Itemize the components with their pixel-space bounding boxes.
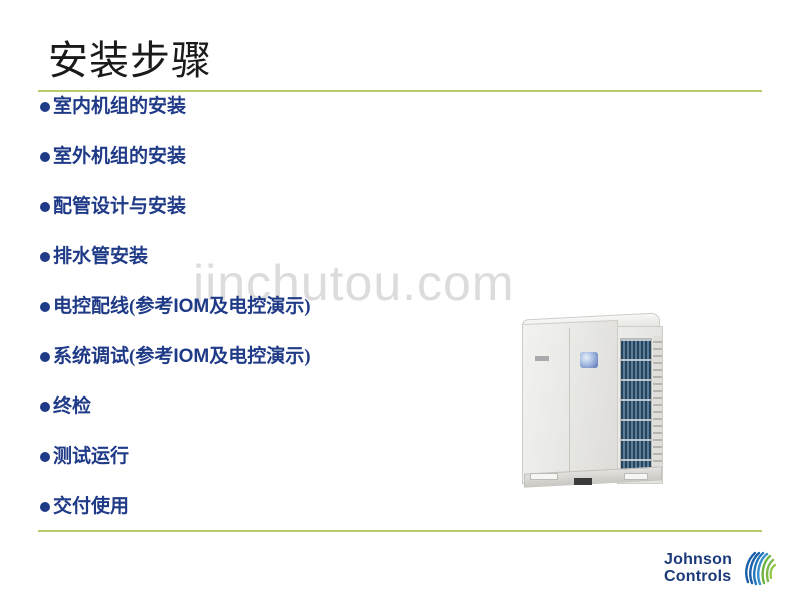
unit-foot-right [624,473,648,480]
list-item[interactable]: 室内机组的安装 [40,96,510,146]
list-item-label: 系统调试(参考IOM及电控演示) [53,346,311,367]
bullet-dot-icon [40,452,50,462]
bullet-dot-icon [40,102,50,112]
slide-canvas: 安装步骤 jinchutou.com 室内机组的安装 室外机组的安装 配管设计与… [0,0,800,600]
johnson-controls-mark-icon [745,551,777,586]
list-item[interactable]: 排水管安装 [40,246,510,296]
unit-bottom-vent [574,478,592,485]
list-item-label: 室外机组的安装 [53,146,187,167]
title-divider [38,90,762,92]
bullet-dot-icon [40,302,50,312]
logo-line-2: Controls [664,568,732,585]
list-item-label: 测试运行 [53,446,130,467]
unit-brand-badge [580,352,598,368]
page-title: 安装步骤 [48,38,212,83]
list-item[interactable]: 电控配线(参考IOM及电控演示) [40,296,510,346]
unit-foot-left [530,473,558,480]
logo-wordmark: Johnson Controls [664,551,732,585]
list-item[interactable]: 测试运行 [40,446,510,496]
logo-line-1: Johnson [664,551,733,568]
bullet-dot-icon [40,502,50,512]
outdoor-unit-image [512,312,672,492]
unit-side-fins [653,336,662,474]
list-item-label: 交付使用 [53,496,130,517]
unit-nameplate [535,356,549,361]
list-item-label: 配管设计与安装 [53,196,187,217]
johnson-controls-logo: Johnson Controls [664,545,784,591]
bullet-dot-icon [40,152,50,162]
list-item[interactable]: 室外机组的安装 [40,146,510,196]
unit-front-panel [522,319,618,485]
installation-steps-list: 室内机组的安装 室外机组的安装 配管设计与安装 排水管安装 电控配线(参考IOM… [40,96,510,546]
bullet-dot-icon [40,402,50,412]
list-item[interactable]: 终检 [40,396,510,446]
list-item-label: 室内机组的安装 [53,96,187,117]
bullet-dot-icon [40,352,50,362]
list-item[interactable]: 配管设计与安装 [40,196,510,246]
list-item[interactable]: 交付使用 [40,496,510,546]
bullet-dot-icon [40,202,50,212]
list-item-label: 排水管安装 [53,246,149,267]
list-item-label: 电控配线(参考IOM及电控演示) [53,296,311,317]
bullet-dot-icon [40,252,50,262]
unit-coil-grille [620,338,652,474]
list-item[interactable]: 系统调试(参考IOM及电控演示) [40,346,510,396]
list-item-label: 终检 [53,396,92,417]
